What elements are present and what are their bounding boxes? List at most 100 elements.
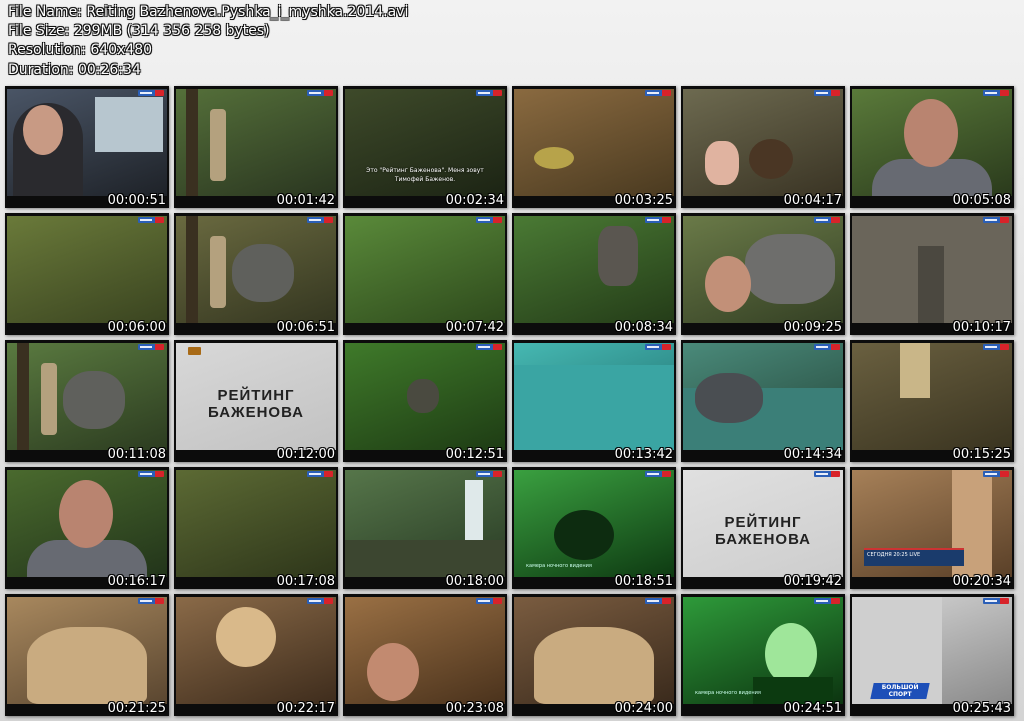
opening	[216, 607, 276, 667]
resolution: Resolution: 640x480	[8, 42, 153, 59]
rock	[27, 627, 147, 704]
thumbnail[interactable]: 00:10:17	[850, 213, 1014, 335]
face	[23, 105, 63, 155]
file-name: File Name: Reiting Bazhenova.Pyshka_i_my…	[8, 4, 409, 20]
thumbnail[interactable]: 00:15:25	[850, 340, 1014, 462]
thumbnail[interactable]: 00:16:17	[5, 467, 169, 589]
channel-logo	[814, 471, 840, 477]
rock	[534, 627, 654, 704]
timestamp: 00:00:51	[107, 193, 166, 208]
channel-logo	[138, 598, 164, 604]
thumbnail[interactable]: 00:11:08	[5, 340, 169, 462]
thumbnail[interactable]: 00:23:08	[343, 594, 507, 716]
timestamp: 00:10:17	[952, 320, 1011, 335]
channel-logo	[814, 598, 840, 604]
thumbnail-frame	[514, 89, 674, 196]
trunk-tree	[186, 89, 198, 196]
channel-logo	[645, 217, 671, 223]
thumbnail[interactable]: 00:22:17	[174, 594, 338, 716]
thumbnail-frame	[683, 216, 843, 323]
thumbnail[interactable]: 00:13:42	[512, 340, 676, 462]
brand-title: РЕЙТИНГ БАЖЕНОВА	[207, 387, 305, 421]
channel-logo	[307, 471, 333, 477]
thumbnail-frame: Это "Рейтинг Баженова". Меня зовут Тимоф…	[345, 89, 505, 196]
timestamp: 00:12:00	[276, 447, 335, 462]
timestamp: 00:22:17	[276, 701, 335, 716]
timestamp: 00:12:51	[445, 447, 504, 462]
timestamp: 00:11:08	[107, 447, 166, 462]
channel-logo	[983, 598, 1009, 604]
channel-logo	[307, 90, 333, 96]
thumbnail[interactable]: 00:09:25	[681, 213, 845, 335]
channel-logo	[307, 217, 333, 223]
head	[705, 256, 751, 312]
thumbnail-frame	[683, 89, 843, 196]
rocks	[345, 540, 505, 577]
thumbnail-frame: РЕЙТИНГ БАЖЕНОВА	[683, 470, 843, 577]
timestamp: 00:23:08	[445, 701, 504, 716]
channel-logo	[645, 344, 671, 350]
channel-logo	[138, 471, 164, 477]
thumbnail[interactable]: 00:03:25	[512, 86, 676, 208]
channel-logo	[476, 90, 502, 96]
elephant	[695, 373, 763, 423]
thumbnail-frame	[514, 216, 674, 323]
thumbnail[interactable]: РЕЙТИНГ БАЖЕНОВА 00:19:42	[681, 467, 845, 589]
night-vision-caption: камера ночного видения	[695, 690, 761, 696]
thumbnail[interactable]: 00:06:51	[174, 213, 338, 335]
timestamp: 00:13:42	[614, 447, 673, 462]
thumbnail[interactable]: 00:18:00	[343, 467, 507, 589]
channel-logo	[476, 217, 502, 223]
channel-logo	[814, 217, 840, 223]
thumbnail-frame	[683, 343, 843, 450]
thumbnail-frame	[176, 597, 336, 704]
thumbnail[interactable]: 00:21:25	[5, 594, 169, 716]
thumbnail[interactable]: камера ночного видения 00:18:51	[512, 467, 676, 589]
legs	[900, 343, 930, 398]
thumbnail[interactable]: РЕЙТИНГ БАЖЕНОВА 00:12:00	[174, 340, 338, 462]
thumbnail-frame	[345, 343, 505, 450]
thumbnail[interactable]: 00:12:51	[343, 340, 507, 462]
night-vision-caption: камера ночного видения	[526, 563, 592, 569]
channel-logo	[307, 598, 333, 604]
channel-logo	[645, 471, 671, 477]
thumbnail[interactable]: 00:05:08	[850, 86, 1014, 208]
thumbnail[interactable]: 00:17:08	[174, 467, 338, 589]
timestamp: 00:06:00	[107, 320, 166, 335]
thumbnail[interactable]: 00:08:34	[512, 213, 676, 335]
thumbnail[interactable]: 00:01:42	[174, 86, 338, 208]
timestamp: 00:24:51	[783, 701, 842, 716]
timestamp: 00:08:34	[614, 320, 673, 335]
thumbnail[interactable]: 00:24:00	[512, 594, 676, 716]
channel-logo	[476, 344, 502, 350]
thumbnail[interactable]: СЕГОДНЯ 20:25 LIVE 00:20:34	[850, 467, 1014, 589]
thumbnail[interactable]: 00:00:51	[5, 86, 169, 208]
thumbnail-frame: камера ночного видения	[683, 597, 843, 704]
news-ticker-text: СЕГОДНЯ 20:25 LIVE	[867, 552, 921, 558]
thumbnail[interactable]: камера ночного видения 00:24:51	[681, 594, 845, 716]
thumbnail-frame	[176, 89, 336, 196]
channel-logo	[476, 598, 502, 604]
thumbnail[interactable]: БОЛЬШОЙ СПОРТ 00:25:43	[850, 594, 1014, 716]
thumbnail[interactable]: 00:07:42	[343, 213, 507, 335]
thumbnail-frame: РЕЙТИНГ БАЖЕНОВА	[176, 343, 336, 450]
elephant	[745, 234, 835, 304]
channel-logo	[814, 90, 840, 96]
timestamp: 00:15:25	[952, 447, 1011, 462]
channel-logo	[138, 217, 164, 223]
thumbnail-frame	[514, 343, 674, 450]
thumbnail[interactable]: 00:14:34	[681, 340, 845, 462]
timestamp: 00:25:43	[952, 701, 1011, 716]
timestamp: 00:14:34	[783, 447, 842, 462]
thumbnail[interactable]: Это "Рейтинг Баженова". Меня зовут Тимоф…	[343, 86, 507, 208]
thumbnail-frame	[514, 597, 674, 704]
dark	[554, 510, 614, 560]
channel-logo	[645, 598, 671, 604]
channel-logo	[983, 217, 1009, 223]
channel-logo	[645, 90, 671, 96]
thumbnail[interactable]: 00:04:17	[681, 86, 845, 208]
trunk-tree	[186, 216, 198, 323]
thumbnail-frame	[852, 343, 1012, 450]
thumbnail-frame	[7, 216, 167, 323]
thumbnail[interactable]: 00:06:00	[5, 213, 169, 335]
